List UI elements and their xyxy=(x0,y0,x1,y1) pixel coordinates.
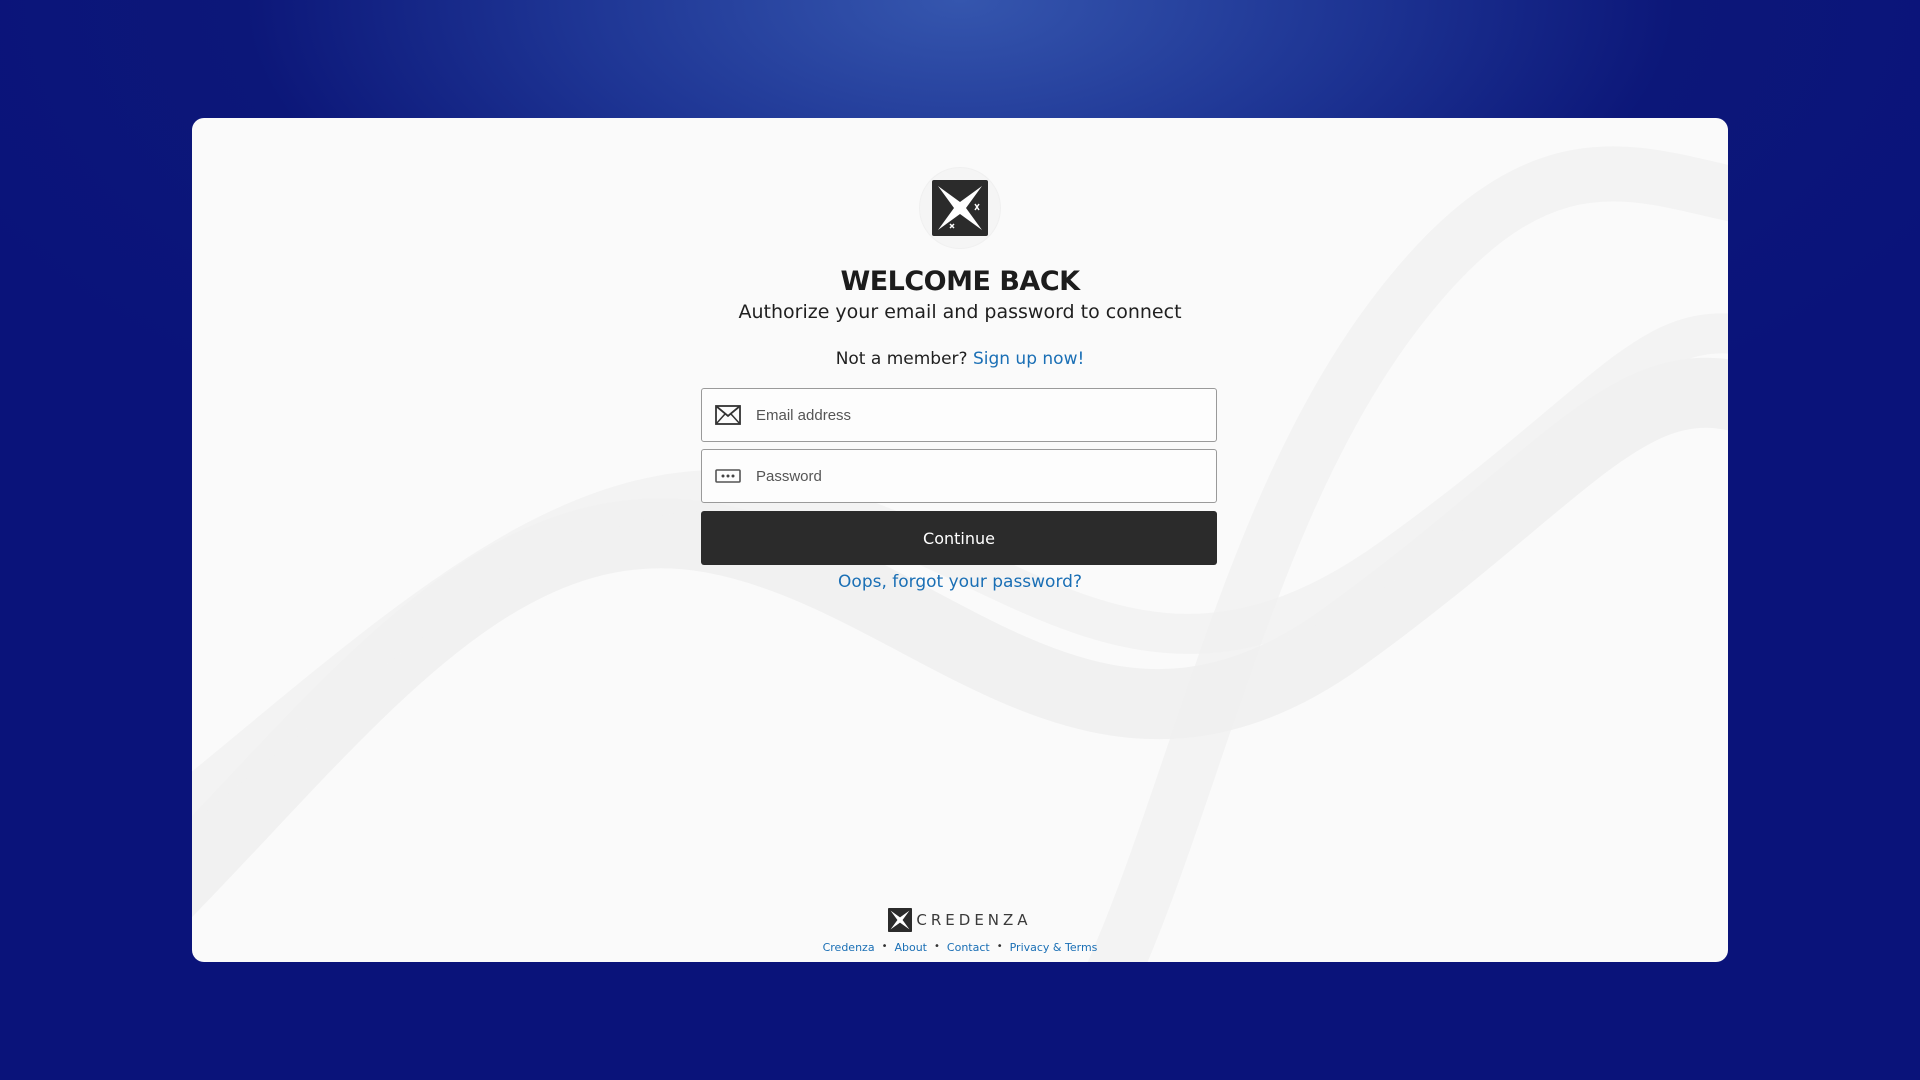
footer-links: Credenza • About • Contact • Privacy & Terms xyxy=(192,941,1728,954)
page-title: WELCOME BACK xyxy=(840,266,1080,297)
signup-row: Not a member? Sign up now! xyxy=(192,349,1728,369)
email-input[interactable] xyxy=(754,389,1208,442)
envelope-icon xyxy=(715,405,741,425)
password-field-container xyxy=(701,449,1217,503)
logo-badge xyxy=(920,168,1000,248)
footer-link-credenza[interactable]: Credenza xyxy=(823,941,875,954)
footer-link-about[interactable]: About xyxy=(894,941,927,954)
email-field-container xyxy=(701,388,1217,442)
footer-separator: • xyxy=(881,941,888,952)
forgot-password-link[interactable]: Oops, forgot your password? xyxy=(838,572,1082,592)
signup-prompt: Not a member? xyxy=(835,349,968,369)
footer-brand: CREDENZA xyxy=(192,908,1728,934)
forgot-password-row: Oops, forgot your password? xyxy=(192,572,1728,592)
password-dots-icon xyxy=(715,469,741,483)
footer-link-privacy-terms[interactable]: Privacy & Terms xyxy=(1010,941,1098,954)
credenza-logo-icon xyxy=(888,908,913,932)
page-subtitle: Authorize your email and password to con… xyxy=(738,301,1182,323)
footer-separator: • xyxy=(996,941,1003,952)
login-card: WELCOME BACK Authorize your email and pa… xyxy=(192,118,1728,962)
footer-link-contact[interactable]: Contact xyxy=(947,941,990,954)
password-input[interactable] xyxy=(754,450,1208,503)
signup-link[interactable]: Sign up now! xyxy=(973,349,1084,369)
footer-separator: • xyxy=(934,941,940,952)
continue-button[interactable]: Continue xyxy=(701,511,1217,565)
brand-name: CREDENZA xyxy=(916,911,1032,929)
credenza-logo-icon xyxy=(932,180,988,236)
